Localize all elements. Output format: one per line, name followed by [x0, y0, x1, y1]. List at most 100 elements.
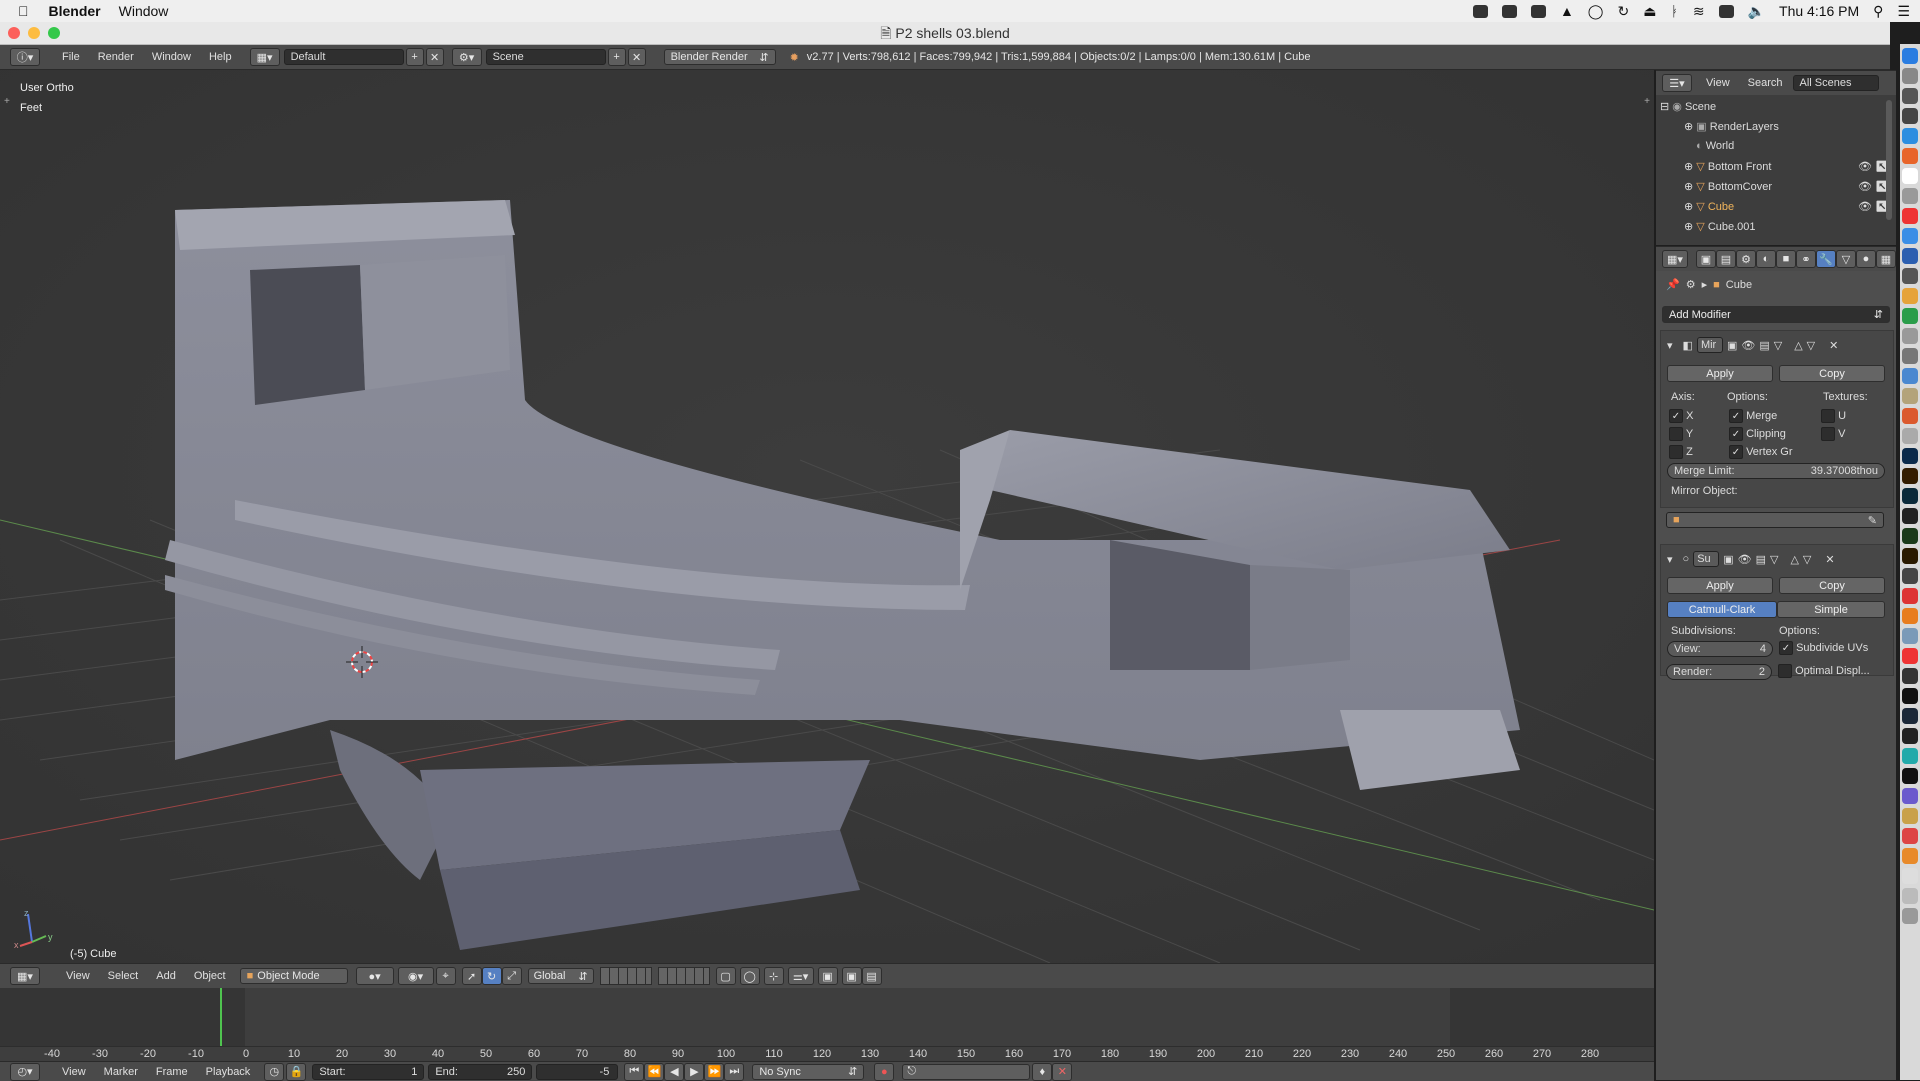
viewport-toggle-icon[interactable]: 👁	[1738, 553, 1752, 566]
eject-icon[interactable]: ⏏	[1643, 3, 1656, 20]
expand-icon[interactable]: ⊕	[1684, 181, 1693, 193]
close-window-icon[interactable]	[8, 27, 20, 39]
scene-icon[interactable]: ⚙▾	[451, 48, 482, 66]
editor-type-properties-icon[interactable]: ▦▾	[1662, 250, 1688, 268]
cage-toggle-icon[interactable]: ▽	[1770, 553, 1778, 566]
render-levels-field[interactable]: Render: 2	[1666, 664, 1772, 680]
view-levels-field[interactable]: View: 4	[1667, 641, 1773, 657]
scale-icon[interactable]: ⤢	[501, 967, 522, 985]
menu-view[interactable]: View	[66, 970, 90, 982]
acrobat-dock-icon[interactable]	[1902, 508, 1918, 524]
editmode-toggle-icon[interactable]: ▤	[1759, 339, 1769, 352]
menu-help[interactable]: Help	[209, 51, 232, 63]
scene-tab-icon[interactable]: ⚙	[1736, 250, 1756, 268]
outliner-row-bottom-front[interactable]: ⊕ ▽ Bottom Front 👁 ↖	[1684, 160, 1889, 173]
notes-dock-icon[interactable]	[1902, 168, 1918, 184]
lock-range-icon[interactable]: 🔒	[286, 1062, 307, 1081]
zoom-window-icon[interactable]	[48, 27, 60, 39]
menu-window[interactable]: Window	[152, 51, 191, 63]
render-tab-icon[interactable]: ▣	[1696, 250, 1716, 268]
merge-limit-field[interactable]: Merge Limit: 39.37008thou	[1667, 463, 1885, 479]
screen-layout-field[interactable]: Default	[283, 49, 404, 65]
optimal-display-checkbox[interactable]: Optimal Displ...	[1778, 664, 1870, 678]
minimize-window-icon[interactable]	[28, 27, 40, 39]
apple-menu-icon[interactable]: 	[18, 3, 29, 19]
eyedropper-icon[interactable]: ✎	[1868, 514, 1877, 527]
app11-dock-icon[interactable]	[1902, 648, 1918, 664]
texture-tab-icon[interactable]: ▦	[1876, 250, 1896, 268]
pages-dock-icon[interactable]	[1902, 288, 1918, 304]
firefox-dock-icon[interactable]	[1902, 148, 1918, 164]
opengl-render-icon[interactable]: ▣	[841, 967, 862, 985]
axis-y-checkbox[interactable]: Y	[1669, 427, 1693, 441]
outliner-row-renderlayers[interactable]: ⊕ ▣ RenderLayers	[1684, 120, 1779, 133]
axis-x-checkbox[interactable]: ✓ X	[1669, 409, 1693, 423]
app10-dock-icon[interactable]	[1902, 628, 1918, 644]
modifiers-tab-icon[interactable]: 🔧	[1816, 250, 1836, 268]
chrome-dock-icon[interactable]	[1902, 408, 1918, 424]
wifi-icon[interactable]: ≋	[1693, 3, 1705, 20]
mode-dropdown[interactable]: ■ Object Mode	[239, 968, 348, 984]
object-tab-icon[interactable]: ■	[1776, 250, 1796, 268]
simple-button[interactable]: Simple	[1777, 601, 1885, 618]
menu-frame[interactable]: Frame	[156, 1066, 188, 1078]
layer-buttons-a[interactable]	[599, 967, 652, 985]
outliner-filter-dropdown[interactable]: All Scenes	[1792, 75, 1879, 91]
subdivide-uvs-checkbox[interactable]: ✓ Subdivide UVs	[1779, 641, 1868, 655]
launchpad-dock-icon[interactable]	[1902, 68, 1918, 84]
play-reverse-icon[interactable]: ◀	[664, 1062, 685, 1081]
mirror-object-field[interactable]: ■ ✎	[1666, 512, 1884, 528]
add-scene-icon[interactable]: +	[607, 48, 626, 66]
menu-marker[interactable]: Marker	[104, 1066, 138, 1078]
steam-dock-icon[interactable]	[1902, 708, 1918, 724]
current-frame-line[interactable]	[220, 988, 222, 1046]
editor-type-3d-icon[interactable]: ▦▾	[10, 967, 40, 985]
numbers-dock-icon[interactable]	[1902, 308, 1918, 324]
jump-keyframe-back-icon[interactable]: ⏪	[644, 1062, 665, 1081]
mirror-copy-button[interactable]: Copy	[1779, 365, 1885, 382]
clipping-checkbox[interactable]: ✓ Clipping	[1729, 427, 1786, 441]
properties-toggle-icon[interactable]: +	[1644, 96, 1650, 107]
expand-icon[interactable]: ⊕	[1684, 121, 1693, 133]
editmode-toggle-icon[interactable]: ▤	[1756, 553, 1766, 566]
photoshop-dock-icon[interactable]	[1902, 448, 1918, 464]
app5-dock-icon[interactable]	[1902, 368, 1918, 384]
subsurf-modifier-name[interactable]: Su	[1693, 551, 1720, 567]
app-menu[interactable]: Blender	[49, 3, 101, 19]
editor-type-info-icon[interactable]: ⓘ▾	[10, 48, 40, 66]
subsurf-copy-button[interactable]: Copy	[1779, 577, 1885, 594]
itunes-dock-icon[interactable]	[1902, 828, 1918, 844]
jump-keyframe-forward-icon[interactable]: ⏩	[704, 1062, 725, 1081]
render-layers-tab-icon[interactable]: ▤	[1716, 250, 1736, 268]
add-modifier-dropdown[interactable]: Add Modifier ⇵	[1662, 306, 1890, 323]
snap-element-icon[interactable]: ⚌▾	[787, 967, 814, 985]
time-machine-icon[interactable]: ↻	[1617, 3, 1629, 20]
orientation-dropdown[interactable]: Global ⇵	[527, 968, 594, 984]
viewport-shading-icon[interactable]: ●▾	[355, 967, 394, 985]
bluetooth-icon[interactable]: ᛓ	[1670, 3, 1678, 19]
menu-render[interactable]: Render	[98, 51, 134, 63]
preview-dock-icon[interactable]	[1902, 188, 1918, 204]
mirror-modifier-name[interactable]: Mir	[1696, 337, 1723, 353]
viewport-toggle-icon[interactable]: 👁	[1741, 339, 1755, 352]
texture-u-checkbox[interactable]: U	[1821, 409, 1846, 423]
move-up-icon[interactable]: △	[1790, 553, 1798, 566]
editor-type-timeline-icon[interactable]: ◴▾	[10, 1062, 40, 1081]
pin-icon[interactable]: 📌	[1666, 278, 1680, 291]
visibility-eye-icon[interactable]: 👁 ↖	[1858, 200, 1889, 213]
remove-scene-icon[interactable]: ✕	[627, 48, 646, 66]
bridge-dock-icon[interactable]	[1902, 548, 1918, 564]
outliner-row-bottomcover[interactable]: ⊕ ▽ BottomCover 👁 ↖	[1684, 180, 1889, 193]
world-tab-icon[interactable]: ◐	[1756, 250, 1776, 268]
calendar-dock-icon[interactable]	[1902, 208, 1918, 224]
move-down-icon[interactable]: ▽	[1803, 553, 1811, 566]
lock-layers-icon[interactable]: ▢	[715, 967, 736, 985]
texture-v-checkbox[interactable]: V	[1821, 427, 1845, 441]
documents-dock-icon[interactable]	[1902, 888, 1918, 904]
play-icon[interactable]: ▶	[684, 1062, 705, 1081]
menu-object[interactable]: Object	[194, 970, 226, 982]
constraints-tab-icon[interactable]: ⚭	[1796, 250, 1816, 268]
record-icon[interactable]: ●	[874, 1062, 895, 1081]
render-toggle-icon[interactable]: ▣	[1727, 339, 1737, 352]
toolshelf-toggle-icon[interactable]: +	[4, 96, 10, 107]
